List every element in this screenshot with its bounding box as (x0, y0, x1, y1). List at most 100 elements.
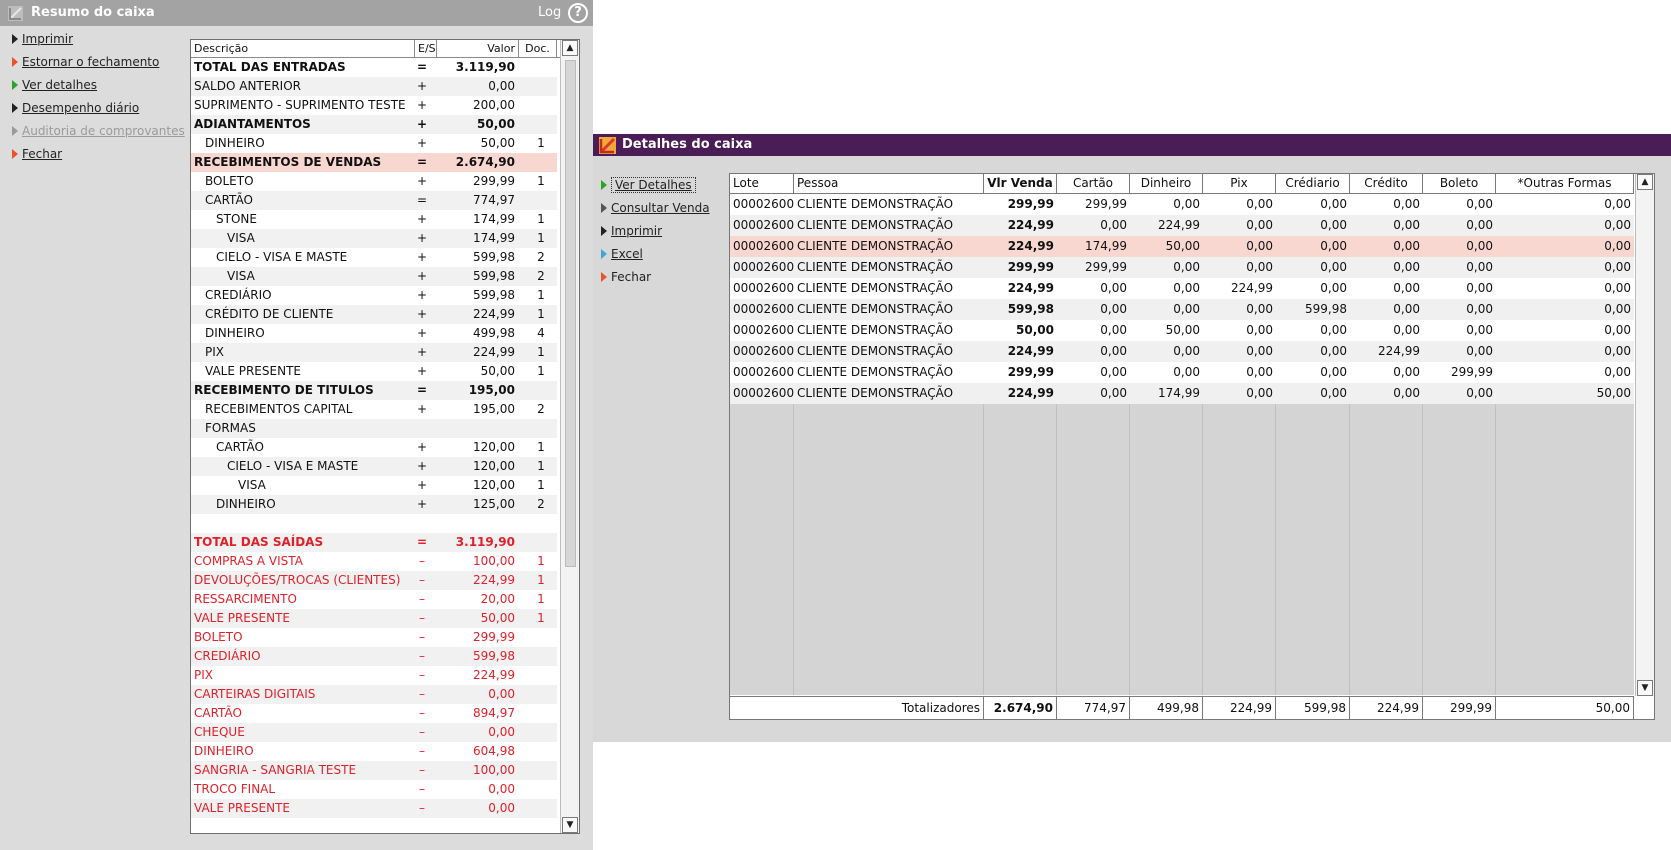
resumo-row[interactable]: BOLETO – 299,99 (191, 628, 557, 647)
row-descricao: CIELO - VISA E MASTE (216, 250, 348, 264)
detalhes-grid-header: Lote Pessoa Vlr Venda Cartão Dinheiro Pix Créd… (730, 174, 1634, 194)
resumo-menu-item[interactable]: Imprimir (6, 28, 171, 51)
resumo-row[interactable]: CARTÃO +120,00 1 (191, 438, 557, 457)
detalhes-cell: 0,00 (1173, 260, 1200, 274)
resumo-row[interactable]: DEVOLUÇÕES/TROCAS (CLIENTES) – 224,99 1 (191, 571, 557, 590)
col-header[interactable]: Pix (1203, 174, 1276, 193)
detalhes-cell: 0000260004 (733, 239, 794, 253)
resumo-row[interactable]: VALE PRESENTE +50,00 1 (191, 362, 557, 381)
detalhes-menu-item[interactable]: Excel (599, 243, 719, 266)
col-header[interactable]: Dinheiro (1130, 174, 1203, 193)
col-header-valor[interactable]: Valor (437, 40, 519, 57)
resumo-row[interactable]: CHEQUE – 0,00 (191, 723, 557, 742)
detalhes-row[interactable]: 0000260009CLIENTE DEMONSTRAÇÃO 224,99 0,00… (730, 341, 1634, 362)
resumo-row[interactable]: CREDIÁRIO – 599,98 (191, 647, 557, 666)
detalhes-row[interactable]: 0000260003CLIENTE DEMONSTRAÇÃO 224,99 0,00… (730, 215, 1634, 236)
help-icon[interactable]: ? (568, 3, 588, 23)
resumo-row[interactable]: DINHEIRO +50,00 1 (191, 134, 557, 153)
scroll-thumb[interactable] (565, 60, 576, 567)
detalhes-grid[interactable]: Lote Pessoa Vlr Venda Cartão Dinheiro Pix Créd… (729, 173, 1655, 720)
detalhes-menu-item[interactable]: Fechar (599, 266, 719, 289)
col-header[interactable]: Lote (730, 174, 794, 193)
col-header[interactable]: Boleto (1423, 174, 1496, 193)
detalhes-cell: 224,99 (1007, 239, 1054, 253)
resumo-row[interactable]: RECEBIMENTOS CAPITAL +195,00 2 (191, 400, 557, 419)
resumo-row[interactable]: RESSARCIMENTO – 20,00 1 (191, 590, 557, 609)
resumo-row[interactable]: VISA +120,00 1 (191, 476, 557, 495)
resumo-row[interactable]: TOTAL DAS ENTRADAS = 3.119,90 (191, 58, 557, 77)
resumo-row[interactable]: DINHEIRO +499,98 4 (191, 324, 557, 343)
detalhes-cell: CLIENTE DEMONSTRAÇÃO (797, 302, 954, 316)
resumo-row[interactable] (191, 514, 557, 533)
detalhes-row[interactable]: 0000260007CLIENTE DEMONSTRAÇÃO 599,98 0,00… (730, 299, 1634, 320)
detalhes-row[interactable]: 0000260004CLIENTE DEMONSTRAÇÃO 224,99 174,… (730, 236, 1634, 257)
col-header[interactable]: Vlr Venda (984, 174, 1057, 193)
app-logo-icon (599, 137, 616, 154)
scroll-up-icon[interactable]: ▲ (562, 40, 578, 56)
menu-arrow-icon (601, 180, 607, 190)
resumo-row[interactable]: DINHEIRO +125,00 2 (191, 495, 557, 514)
resumo-row[interactable]: BOLETO +299,99 1 (191, 172, 557, 191)
resumo-row[interactable]: RECEBIMENTO DE TITULOS = 195,00 (191, 381, 557, 400)
resumo-row[interactable]: VISA +599,98 2 (191, 267, 557, 286)
resumo-menu-item[interactable]: Fechar (6, 143, 171, 166)
detalhes-cell: 0,00 (1393, 386, 1420, 400)
resumo-menu-item[interactable]: Desempenho diário (6, 97, 171, 120)
resumo-row[interactable]: SALDO ANTERIOR +0,00 (191, 77, 557, 96)
resumo-row[interactable]: CRÉDITO DE CLIENTE +224,99 1 (191, 305, 557, 324)
col-header[interactable]: Cartão (1057, 174, 1130, 193)
col-header[interactable]: Pessoa (794, 174, 984, 193)
detalhes-row[interactable]: 0000260008CLIENTE DEMONSTRAÇÃO 50,00 0,00 5… (730, 320, 1634, 341)
resumo-row[interactable]: CREDIÁRIO +599,98 1 (191, 286, 557, 305)
scroll-down-icon[interactable]: ▼ (562, 817, 578, 833)
col-header[interactable]: Crédiario (1276, 174, 1350, 193)
resumo-grid[interactable]: Descrição E/S Valor Doc. TOTAL DAS ENTRA… (190, 39, 580, 834)
col-header-descricao[interactable]: Descrição (191, 40, 415, 57)
detalhes-menu-item[interactable]: Consultar Venda (599, 197, 719, 220)
detalhes-cell: 0,00 (1173, 197, 1200, 211)
resumo-row[interactable]: SANGRIA - SANGRIA TESTE – 100,00 (191, 761, 557, 780)
resumo-scrollbar[interactable]: ▲ ▼ (560, 40, 579, 833)
resumo-row[interactable]: CARTEIRAS DIGITAIS – 0,00 (191, 685, 557, 704)
resumo-row[interactable]: CARTÃO = 774,97 (191, 191, 557, 210)
resumo-row[interactable]: ADIANTAMENTOS +50,00 (191, 115, 557, 134)
detalhes-row[interactable]: 0000260005CLIENTE DEMONSTRAÇÃO 299,99 299,… (730, 257, 1634, 278)
col-header[interactable]: Crédito (1350, 174, 1423, 193)
resumo-row[interactable]: TOTAL DAS SAÍDAS = 3.119,90 (191, 533, 557, 552)
detalhes-menu-item[interactable]: Ver Detalhes (599, 174, 719, 197)
detalhes-cell: 0,00 (1100, 323, 1127, 337)
resumo-row[interactable]: PIX – 224,99 (191, 666, 557, 685)
detalhes-row[interactable]: 0000260019CLIENTE DEMONSTRAÇÃO 224,99 0,00… (730, 383, 1634, 404)
resumo-row[interactable]: TROCO FINAL – 0,00 (191, 780, 557, 799)
row-es: + (416, 459, 428, 473)
resumo-row[interactable]: CIELO - VISA E MASTE +599,98 2 (191, 248, 557, 267)
col-header-es[interactable]: E/S (415, 40, 437, 57)
resumo-row[interactable]: VISA +174,99 1 (191, 229, 557, 248)
resumo-menu-item[interactable]: Estornar o fechamento (6, 51, 171, 74)
resumo-row[interactable]: VALE PRESENTE – 50,00 1 (191, 609, 557, 628)
detalhes-menu-item[interactable]: Imprimir (599, 220, 719, 243)
resumo-row[interactable]: DINHEIRO – 604,98 (191, 742, 557, 761)
row-es: – (419, 744, 425, 758)
col-header[interactable]: *Outras Formas (1496, 174, 1634, 193)
resumo-menu-item[interactable]: Ver detalhes (6, 74, 171, 97)
resumo-row[interactable]: PIX +224,99 1 (191, 343, 557, 362)
resumo-row[interactable]: SUPRIMENTO - SUPRIMENTO TESTE +200,00 (191, 96, 557, 115)
resumo-row[interactable]: CARTÃO – 894,97 (191, 704, 557, 723)
log-link[interactable]: Log (538, 5, 561, 20)
scroll-up-icon[interactable]: ▲ (1637, 174, 1653, 190)
row-valor: 774,97 (473, 193, 515, 207)
resumo-row[interactable]: FORMAS (191, 419, 557, 438)
resumo-row[interactable]: CIELO - VISA E MASTE +120,00 1 (191, 457, 557, 476)
resumo-row[interactable]: STONE +174,99 1 (191, 210, 557, 229)
resumo-row[interactable]: RECEBIMENTOS DE VENDAS = 2.674,90 (191, 153, 557, 172)
detalhes-row[interactable]: 0000260006CLIENTE DEMONSTRAÇÃO 224,99 0,00… (730, 278, 1634, 299)
col-header-doc[interactable]: Doc. (519, 40, 557, 57)
detalhes-row[interactable]: 0000260002CLIENTE DEMONSTRAÇÃO 299,99 299,… (730, 194, 1634, 215)
resumo-row[interactable]: COMPRAS A VISTA – 100,00 1 (191, 552, 557, 571)
resumo-row[interactable]: VALE PRESENTE – 0,00 (191, 799, 557, 818)
detalhes-scrollbar[interactable]: ▲ ▼ (1635, 174, 1654, 696)
scroll-down-icon[interactable]: ▼ (1637, 680, 1653, 696)
detalhes-cell: 0,00 (1466, 386, 1493, 400)
detalhes-row[interactable]: 0000260017CLIENTE DEMONSTRAÇÃO 299,99 0,00… (730, 362, 1634, 383)
